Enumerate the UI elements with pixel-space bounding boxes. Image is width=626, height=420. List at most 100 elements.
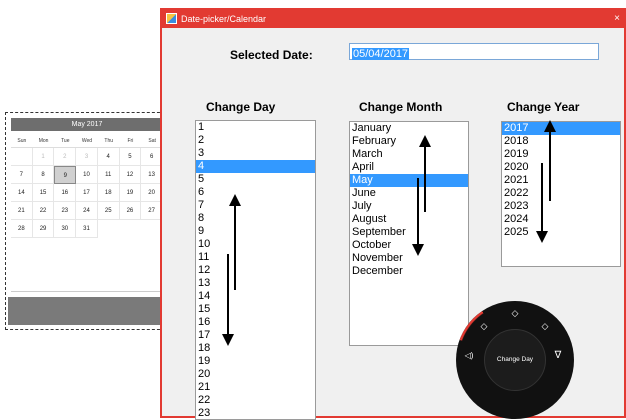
close-button[interactable]: × <box>614 10 620 28</box>
calendar-day[interactable]: 3 <box>76 148 98 166</box>
calendar-day[interactable]: 11 <box>97 166 120 184</box>
calendar-day <box>11 148 33 166</box>
day-list-item[interactable]: 23 <box>196 407 315 419</box>
day-list-item[interactable]: 21 <box>196 381 315 394</box>
chevron-up-icon[interactable]: ◇ <box>538 319 552 333</box>
month-list-item[interactable]: April <box>350 161 468 174</box>
year-list-item[interactable]: 2017 <box>502 122 620 135</box>
calendar-day[interactable]: 22 <box>32 202 55 220</box>
dial-center-button[interactable]: Change Day <box>484 329 546 391</box>
year-list-item[interactable]: 2020 <box>502 161 620 174</box>
calendar-day[interactable]: 30 <box>54 220 77 238</box>
year-list-item[interactable]: 2023 <box>502 200 620 213</box>
day-list-item[interactable]: 11 <box>196 251 315 264</box>
change-year-title: Change Year <box>507 100 580 114</box>
selected-date-field[interactable]: 05/04/2017 <box>349 43 599 60</box>
calendar-footer-bar <box>8 297 164 325</box>
calendar-weekday: Fri <box>127 138 134 144</box>
day-list-item[interactable]: 2 <box>196 134 315 147</box>
calendar-day[interactable]: 16 <box>54 184 77 202</box>
calendar-day[interactable]: 7 <box>11 166 33 184</box>
window-title: Date-picker/Calendar <box>181 14 267 24</box>
calendar-day[interactable]: 21 <box>11 202 33 220</box>
calendar-day[interactable]: 24 <box>76 202 98 220</box>
month-list-item[interactable]: September <box>350 226 468 239</box>
day-list-item[interactable]: 12 <box>196 264 315 277</box>
title-bar: Date-picker/Calendar × <box>162 10 624 28</box>
day-list-item[interactable]: 3 <box>196 147 315 160</box>
month-list-item[interactable]: January <box>350 122 468 135</box>
change-day-title: Change Day <box>206 100 276 114</box>
calendar-day[interactable]: 25 <box>97 202 120 220</box>
calendar-day[interactable]: 12 <box>119 166 142 184</box>
calendar-weekday-row: Sun Mon Tue Wed Thu Fri Sat <box>11 135 163 147</box>
day-list-item[interactable]: 9 <box>196 225 315 238</box>
year-list-item[interactable]: 2025 <box>502 226 620 239</box>
calendar-day[interactable]: 23 <box>54 202 77 220</box>
chevron-up-icon[interactable]: ◇ <box>508 306 522 320</box>
calendar-day[interactable]: 15 <box>32 184 55 202</box>
month-list-item[interactable]: August <box>350 213 468 226</box>
calendar-day[interactable]: 31 <box>76 220 98 238</box>
calendar-day[interactable]: 2 <box>54 148 77 166</box>
volume-icon[interactable]: ◁) <box>462 349 476 363</box>
calendar-day[interactable]: 10 <box>76 166 98 184</box>
filter-icon[interactable]: ∇ <box>551 349 565 363</box>
day-list-item[interactable]: 5 <box>196 173 315 186</box>
day-listbox[interactable]: 1 2 3 4 5 6 7 8 9 10 11 12 13 14 15 16 17 18 19 20 21 22 23 <box>195 120 316 420</box>
chevron-up-icon[interactable]: ◇ <box>477 319 491 333</box>
day-list-item[interactable]: 22 <box>196 394 315 407</box>
year-list-item[interactable]: 2021 <box>502 174 620 187</box>
month-list-item[interactable]: December <box>350 265 468 278</box>
calendar-day[interactable]: 4 <box>97 148 120 166</box>
calendar-day[interactable]: 1 <box>32 148 55 166</box>
day-list-item[interactable]: 6 <box>196 186 315 199</box>
month-list-item[interactable]: March <box>350 148 468 161</box>
calendar-day[interactable]: 19 <box>119 184 142 202</box>
day-list-item[interactable]: 19 <box>196 355 315 368</box>
month-listbox[interactable]: January February March April May June July Augu… <box>349 121 469 346</box>
month-list-item[interactable]: February <box>350 135 468 148</box>
calendar-day[interactable]: 9 <box>54 166 77 184</box>
calendar-divider <box>11 291 163 292</box>
calendar-day[interactable]: 5 <box>119 148 142 166</box>
calendar-weekday: Sun <box>17 138 27 144</box>
calendar-widget: May 2017 Sun Mon Tue Wed Thu Fri Sat 123456789… <box>5 112 165 330</box>
day-list-item[interactable]: 17 <box>196 329 315 342</box>
month-list-item[interactable]: June <box>350 187 468 200</box>
day-list-item[interactable]: 15 <box>196 303 315 316</box>
day-list-item[interactable]: 7 <box>196 199 315 212</box>
year-listbox[interactable]: 2017 2018 2019 2020 2021 2022 2023 2024 2025 <box>501 121 621 267</box>
calendar-day[interactable]: 14 <box>11 184 33 202</box>
calendar-day[interactable]: 8 <box>32 166 55 184</box>
calendar-weekday: Thu <box>104 138 114 144</box>
year-list-item[interactable]: 2022 <box>502 187 620 200</box>
day-list-item[interactable]: 4 <box>196 160 315 173</box>
calendar-weekday: Wed <box>81 138 93 144</box>
month-list-item[interactable]: October <box>350 239 468 252</box>
calendar-month-header[interactable]: May 2017 <box>11 118 163 131</box>
year-list-item[interactable]: 2024 <box>502 213 620 226</box>
calendar-day[interactable]: 18 <box>97 184 120 202</box>
month-list-item[interactable]: July <box>350 200 468 213</box>
day-list-item[interactable]: 18 <box>196 342 315 355</box>
calendar-day[interactable]: 26 <box>119 202 142 220</box>
app-icon <box>166 13 177 24</box>
year-list-item[interactable]: 2018 <box>502 135 620 148</box>
month-list-item[interactable]: November <box>350 252 468 265</box>
month-list-item[interactable]: May <box>350 174 468 187</box>
day-list-item[interactable]: 16 <box>196 316 315 329</box>
day-list-item[interactable]: 8 <box>196 212 315 225</box>
day-list-item[interactable]: 1 <box>196 121 315 134</box>
year-list-item[interactable]: 2019 <box>502 148 620 161</box>
day-list-item[interactable]: 20 <box>196 368 315 381</box>
calendar-day[interactable]: 29 <box>32 220 55 238</box>
day-list-item[interactable]: 10 <box>196 238 315 251</box>
change-month-title: Change Month <box>359 100 443 114</box>
calendar-day[interactable]: 17 <box>76 184 98 202</box>
calendar-day[interactable]: 28 <box>11 220 33 238</box>
selected-date-value: 05/04/2017 <box>352 48 410 60</box>
day-list-item[interactable]: 13 <box>196 277 315 290</box>
calendar-day-grid: 1 2 3 4 5 6 7 8 9 10 11 12 13 14 15 16 17 18 19 20 21 22 23 24 2… <box>11 147 163 238</box>
day-list-item[interactable]: 14 <box>196 290 315 303</box>
